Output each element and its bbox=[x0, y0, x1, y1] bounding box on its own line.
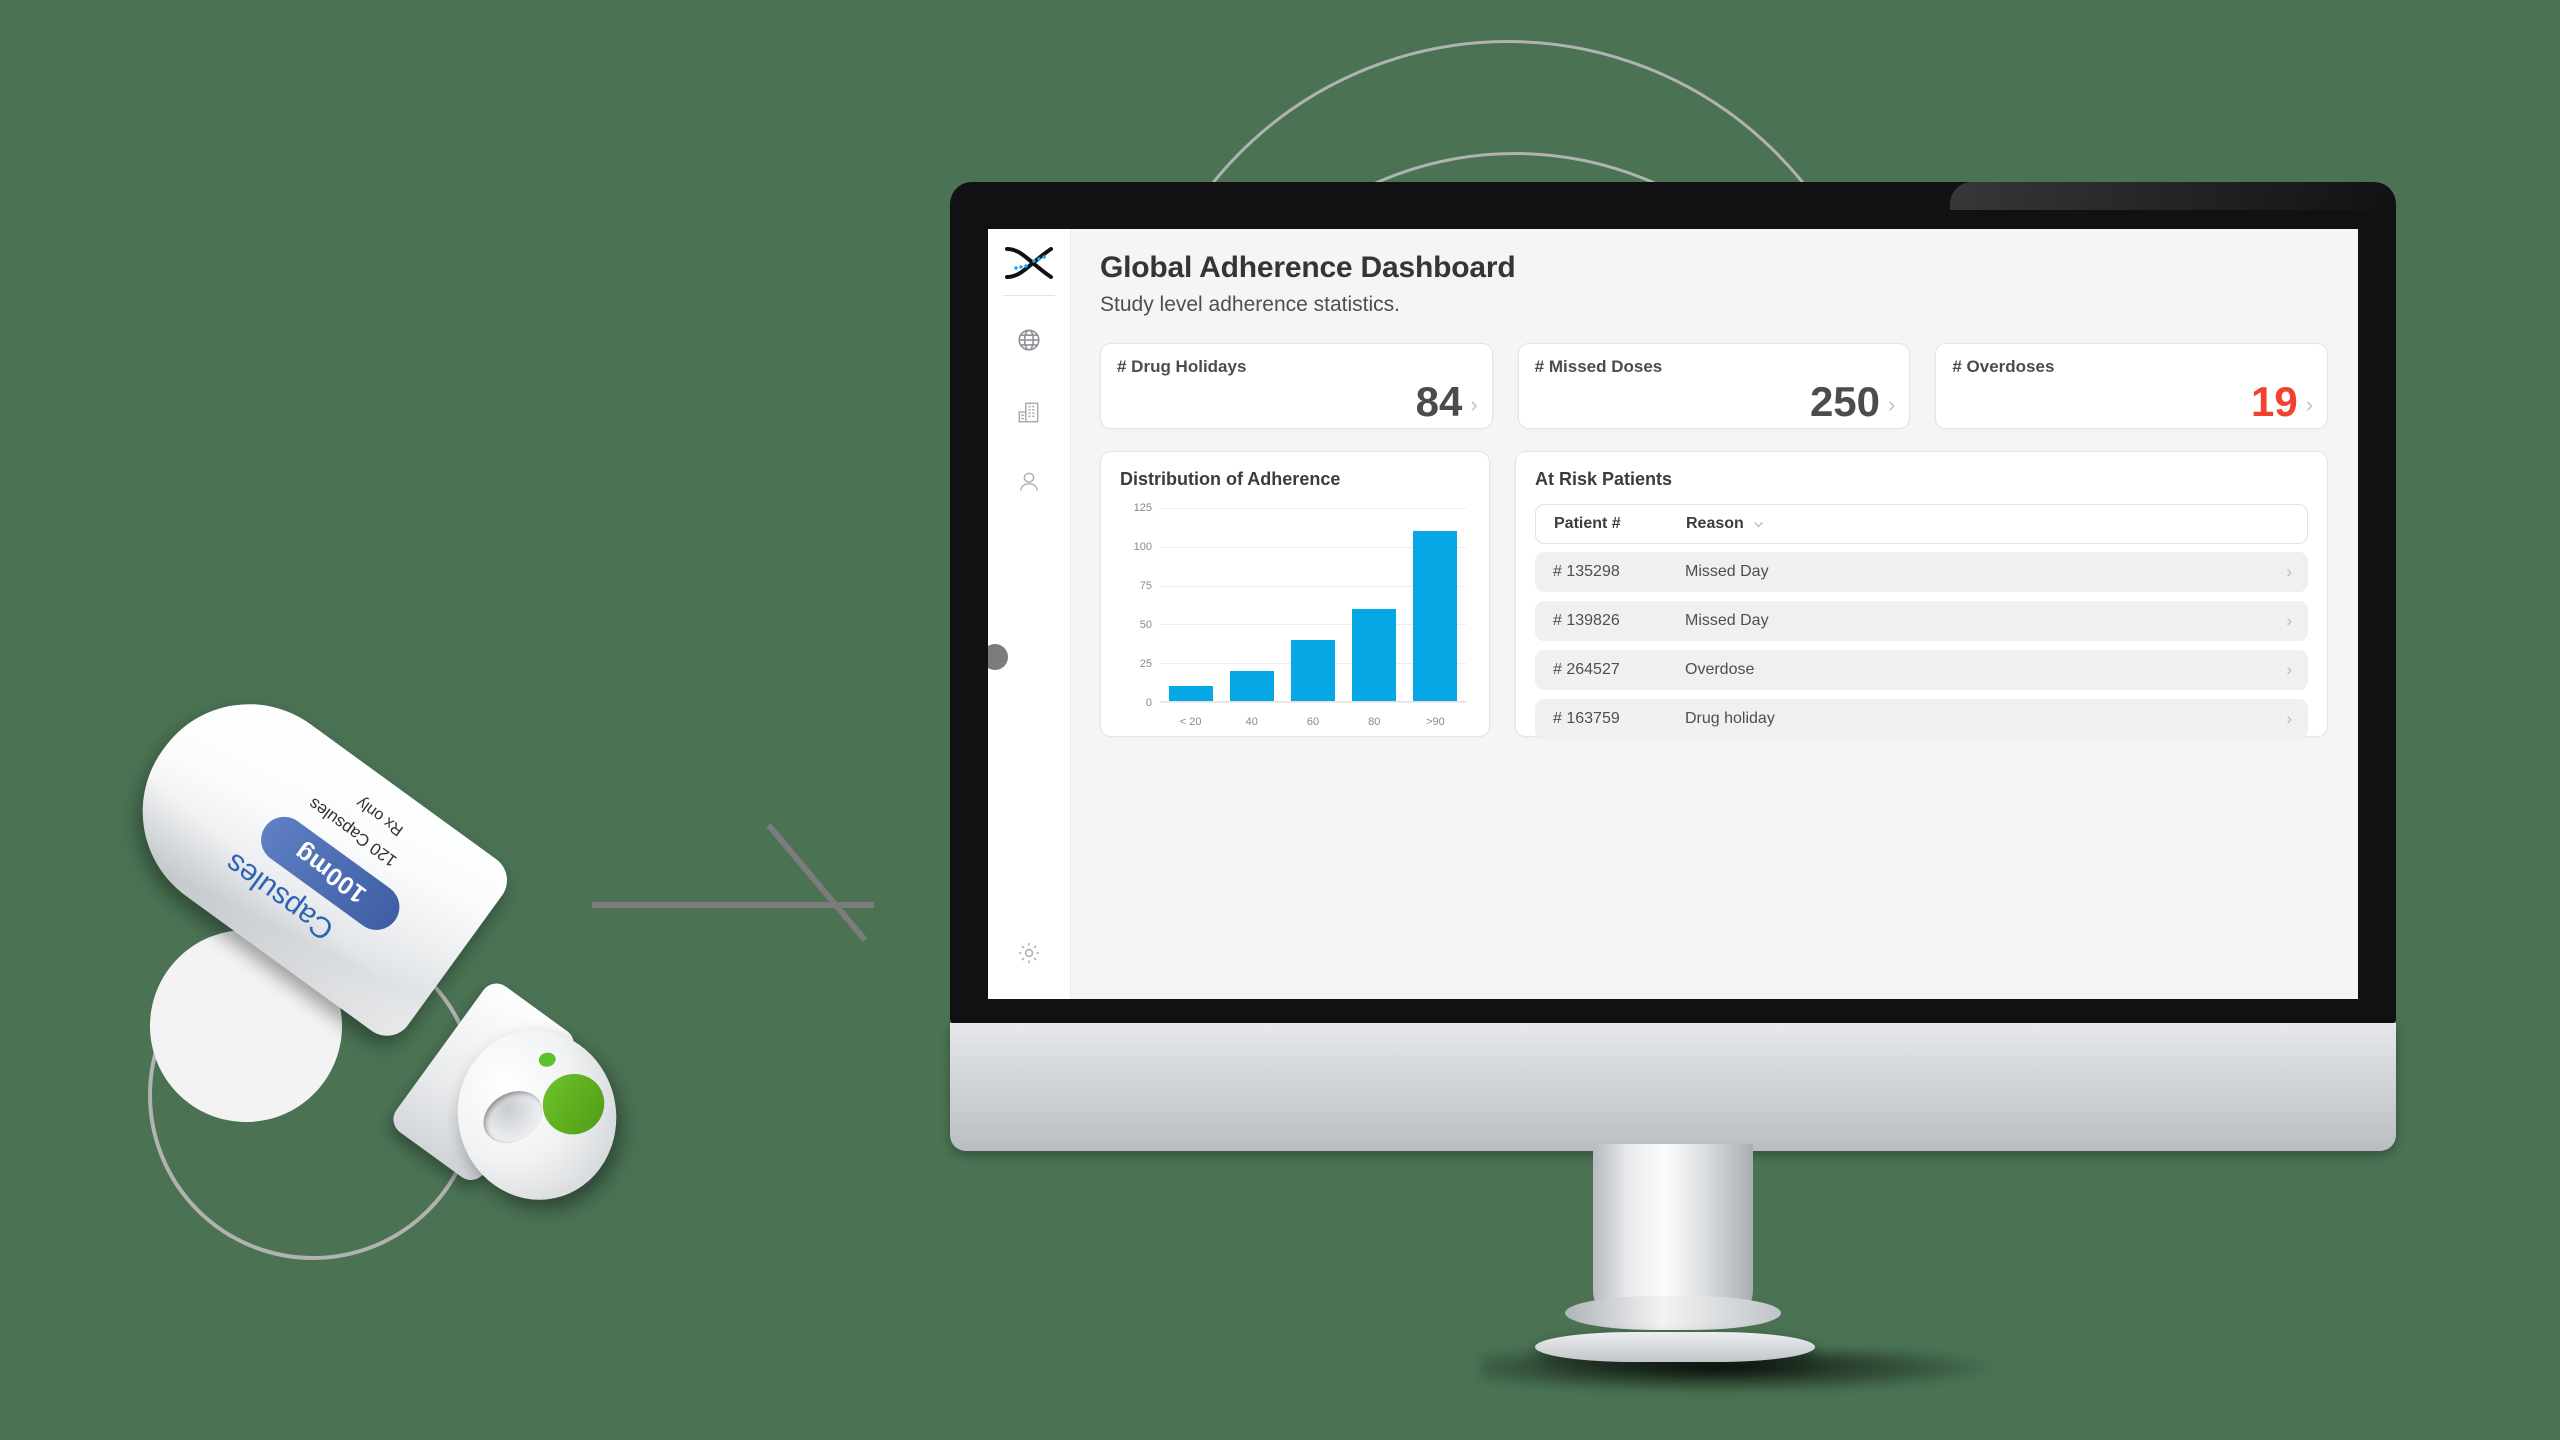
page-title: Global Adherence Dashboard bbox=[1100, 251, 1516, 284]
kpi-card-missed-doses[interactable]: # Missed Doses 250 › bbox=[1517, 343, 1911, 429]
table-header: Patient # Reason bbox=[1535, 504, 2308, 544]
chart-y-tick-label: 75 bbox=[1139, 579, 1152, 592]
monitor-stand-neck bbox=[1565, 1144, 1781, 1330]
chart-gridline: 0 bbox=[1146, 697, 1466, 709]
kpi-row: # Drug Holidays 84 › # Missed Doses 250 … bbox=[1100, 343, 2329, 429]
dashboard-app: Global Sites bbox=[988, 229, 2358, 999]
table-row[interactable]: # 139826 Missed Day › bbox=[1535, 601, 2308, 641]
kpi-value: 19 bbox=[2250, 378, 2298, 426]
kpi-value-group: 84 › bbox=[1415, 378, 1478, 426]
column-header-patient-label: Patient # bbox=[1554, 515, 1621, 532]
callout-line-diagonal bbox=[766, 823, 868, 942]
table-body: # 135298 Missed Day › # 139826 Missed Day › # … bbox=[1535, 552, 2308, 739]
cell-reason: Drug holiday bbox=[1685, 710, 1775, 727]
chart-y-tick-label: 25 bbox=[1139, 657, 1152, 670]
kpi-label: # Drug Holidays bbox=[1117, 357, 1247, 376]
chevron-down-icon[interactable] bbox=[1752, 518, 1765, 531]
chart-y-tick-label: 100 bbox=[1133, 540, 1152, 553]
chart-axis-line bbox=[1160, 701, 1466, 702]
kpi-card-overdoses[interactable]: # Overdoses 19 › bbox=[1935, 343, 2329, 429]
sidebar-item-settings[interactable]: Settings bbox=[1007, 931, 1051, 975]
chart-bar-cell bbox=[1282, 508, 1343, 702]
sidebar-item-building[interactable]: Sites bbox=[1007, 390, 1051, 434]
cap-led-indicator bbox=[537, 1051, 557, 1069]
dna-helix-logo[interactable] bbox=[1003, 241, 1055, 285]
chart-y-tick-label: 125 bbox=[1133, 502, 1152, 514]
monitor-bezel: Global Sites bbox=[950, 182, 2400, 1023]
chart-x-tick-label: < 20 bbox=[1179, 716, 1202, 728]
chart-bar-cell bbox=[1344, 508, 1405, 702]
chart-x-tick-label: 80 bbox=[1368, 716, 1381, 728]
chart-bar-cell bbox=[1160, 508, 1221, 702]
kpi-value: 250 bbox=[1809, 378, 1881, 426]
chart-title: Distribution of Adherence bbox=[1120, 469, 1341, 489]
table-title: At Risk Patients bbox=[1535, 469, 1673, 489]
callout-anchor-dot bbox=[988, 644, 1008, 670]
table-row[interactable]: # 163759 Drug holiday › bbox=[1535, 699, 2308, 739]
chart-y-tick-label: 0 bbox=[1145, 697, 1152, 709]
chart-bar[interactable] bbox=[1229, 670, 1274, 702]
chart-plot-area: 0 25 50 75 100 125 bbox=[1134, 502, 1466, 709]
cap-green-button[interactable] bbox=[531, 1062, 616, 1146]
monitor-chin bbox=[950, 1023, 2396, 1151]
cell-patient-number: # 264527 bbox=[1553, 661, 1620, 678]
chart-bar[interactable] bbox=[1413, 531, 1458, 702]
chart-bar-cell bbox=[1221, 508, 1282, 702]
column-header-reason-label: Reason bbox=[1686, 515, 1744, 532]
table-row[interactable]: # 264527 Overdose › bbox=[1535, 650, 2308, 690]
cell-reason: Overdose bbox=[1685, 661, 1755, 678]
cap-dispense-hole bbox=[474, 1080, 552, 1154]
app-sidebar: Global Sites bbox=[988, 229, 1070, 999]
cell-patient-number: # 135298 bbox=[1553, 563, 1620, 580]
kpi-value: 84 bbox=[1415, 378, 1463, 426]
chevron-right-icon[interactable]: › bbox=[2286, 709, 2292, 729]
chevron-right-icon[interactable]: › bbox=[2286, 611, 2292, 631]
chart-bar[interactable] bbox=[1168, 686, 1213, 702]
page-subtitle: Study level adherence statistics. bbox=[1100, 293, 1400, 316]
scene: Global Sites bbox=[0, 0, 2560, 1440]
chevron-right-icon[interactable]: › bbox=[2286, 660, 2292, 680]
cell-patient-number: # 163759 bbox=[1553, 710, 1620, 727]
panel-row: Distribution of Adherence 0 25 50 75 100 125 … bbox=[1100, 451, 2328, 739]
sidebar-item-person[interactable]: Patients bbox=[1007, 460, 1051, 504]
column-header-patient[interactable]: Patient # bbox=[1554, 515, 1686, 533]
at-risk-patients-panel: At Risk Patients Patient # Reason # 1352… bbox=[1515, 451, 2328, 739]
app-main: Global Adherence Dashboard Study level a… bbox=[1070, 229, 2358, 999]
bezel-glare bbox=[1950, 182, 2400, 210]
cell-patient-number: # 139826 bbox=[1553, 612, 1620, 629]
chart-x-tick-label: >90 bbox=[1426, 716, 1445, 728]
chevron-right-icon[interactable]: › bbox=[1888, 394, 1895, 416]
cell-reason: Missed Day bbox=[1685, 612, 1769, 629]
chart-bar[interactable] bbox=[1290, 639, 1336, 702]
chevron-right-icon[interactable]: › bbox=[1470, 394, 1477, 416]
chevron-right-icon[interactable]: › bbox=[2306, 394, 2313, 416]
chart-x-axis-labels: < 20 40 60 80 >90 bbox=[1160, 716, 1466, 728]
kpi-card-drug-holidays[interactable]: # Drug Holidays 84 › bbox=[1100, 343, 1493, 429]
adherence-bar-chart: 0 25 50 75 100 125 < 20 40 60 80 >90 bbox=[1120, 500, 1470, 728]
chart-y-tick-label: 50 bbox=[1139, 618, 1152, 631]
table-row[interactable]: # 135298 Missed Day › bbox=[1535, 552, 2308, 592]
smart-pill-bottle: Rx only 120 Capsules 100mg Capsules bbox=[101, 630, 700, 1230]
chart-bar-cell bbox=[1405, 508, 1466, 702]
monitor-stand-base bbox=[1535, 1332, 1815, 1362]
kpi-value-group: 250 › bbox=[1809, 378, 1895, 426]
cell-reason: Missed Day bbox=[1685, 563, 1769, 580]
desktop-monitor: Global Sites bbox=[950, 182, 2400, 1394]
chart-bars bbox=[1160, 508, 1466, 702]
chart-x-tick-label: 40 bbox=[1245, 716, 1258, 728]
chevron-right-icon[interactable]: › bbox=[2286, 562, 2292, 582]
kpi-label: # Missed Doses bbox=[1534, 357, 1663, 376]
column-header-reason[interactable]: Reason bbox=[1686, 515, 2289, 533]
at-risk-patients-table: Patient # Reason # 135298 Missed Day › #… bbox=[1535, 504, 2308, 739]
kpi-value-group: 19 › bbox=[2250, 378, 2313, 426]
sidebar-divider bbox=[1003, 295, 1055, 296]
chart-panel: Distribution of Adherence 0 25 50 75 100 125 … bbox=[1100, 451, 1490, 737]
chart-x-tick-label: 60 bbox=[1306, 716, 1320, 728]
sidebar-item-globe[interactable]: Global bbox=[1007, 318, 1051, 362]
chart-bar[interactable] bbox=[1352, 608, 1397, 702]
kpi-label: # Overdoses bbox=[1952, 357, 2055, 376]
